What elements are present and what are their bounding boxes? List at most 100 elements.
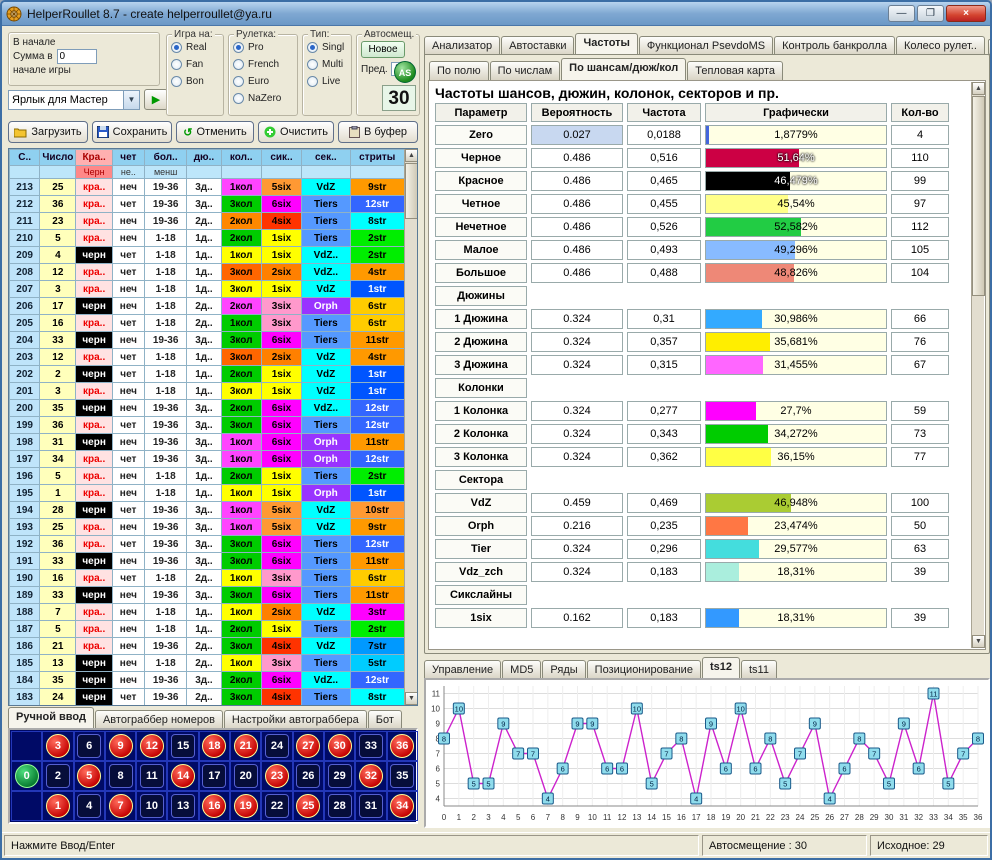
board-cell-26[interactable]: 26 [293, 761, 324, 791]
number-chip-17[interactable]: 17 [202, 764, 226, 788]
chevron-down-icon[interactable]: ▼ [123, 91, 139, 109]
freq-probability[interactable]: 0.216 [531, 516, 623, 536]
radio-dot[interactable] [233, 59, 244, 70]
history-row[interactable]: 18621кра..неч19-362д..3кол4sixVdZ7str [10, 638, 405, 655]
freq-param[interactable]: VdZ [435, 493, 527, 513]
board-cell-21[interactable]: 21 [230, 731, 261, 761]
freq-probability[interactable]: 0.486 [531, 194, 623, 214]
board-cell-9[interactable]: 9 [105, 731, 136, 761]
header-cell[interactable]: чет [112, 150, 144, 166]
master-preset-combo[interactable]: Ярлык для Мастер ▼ [8, 90, 140, 110]
board-cell-6[interactable]: 6 [74, 731, 105, 761]
number-chip-9[interactable]: 9 [109, 734, 133, 758]
number-chip-6[interactable]: 6 [77, 734, 101, 758]
number-chip-18[interactable]: 18 [202, 734, 226, 758]
freq-probability[interactable]: 0.162 [531, 608, 623, 628]
minimize-button[interactable]: — [888, 5, 915, 22]
history-row[interactable]: 1965кра..неч1-181д..2кол1sixTiers2str [10, 468, 405, 485]
header-cell[interactable]: кол.. [221, 150, 261, 166]
tab-freq-1[interactable]: По полю [429, 61, 489, 80]
freq-param[interactable]: Tier [435, 539, 527, 559]
history-row[interactable]: 2105кра..неч1-181д..2кол1sixTiers2str [10, 230, 405, 247]
freq-param[interactable]: 2 Дюжина [435, 332, 527, 352]
board-cell-8[interactable]: 8 [105, 761, 136, 791]
history-row[interactable]: 18513черннеч1-182д..1кол3sixTiers5str [10, 655, 405, 672]
freq-probability[interactable]: 0.324 [531, 424, 623, 444]
board-cell-11[interactable]: 11 [136, 761, 167, 791]
board-cell-zero[interactable]: 0 [11, 761, 42, 791]
board-cell-22[interactable]: 22 [261, 791, 292, 821]
board-cell-2[interactable]: 2 [42, 761, 73, 791]
freq-param[interactable]: Vdz_zch [435, 562, 527, 582]
number-chip-10[interactable]: 10 [140, 794, 164, 818]
copy-buffer-button[interactable]: В буфер [338, 121, 418, 143]
history-row[interactable]: 2013кра..неч1-181д..3кол1sixVdZ1str [10, 383, 405, 400]
header-cell[interactable]: не.. [112, 166, 144, 179]
radio-multi[interactable]: Multi [307, 57, 347, 72]
number-chip-35[interactable]: 35 [390, 764, 414, 788]
as-button[interactable]: AS [394, 61, 416, 83]
board-cell-1[interactable]: 1 [42, 791, 73, 821]
header-cell[interactable] [187, 166, 221, 179]
tab-chart-2[interactable]: MD5 [502, 660, 541, 679]
board-cell-12[interactable]: 12 [136, 731, 167, 761]
header-cell[interactable]: дю.. [187, 150, 221, 166]
freq-probability[interactable]: 0.324 [531, 562, 623, 582]
radio-pro[interactable]: Pro [233, 40, 293, 55]
radio-singl[interactable]: Singl [307, 40, 347, 55]
radio-dot[interactable] [171, 59, 182, 70]
scrollbar-thumb[interactable] [972, 96, 985, 296]
header-cell[interactable]: С.. [10, 150, 40, 166]
history-row[interactable]: 20035черннеч19-363д..2кол6sixVdZ..12str [10, 400, 405, 417]
radio-bon[interactable]: Bon [171, 74, 219, 89]
history-row[interactable]: 20312кра..чет1-181д..3кол2sixVdZ4str [10, 349, 405, 366]
header-cell[interactable]: Черн [76, 166, 112, 179]
board-cell-32[interactable]: 32 [355, 761, 386, 791]
freq-probability[interactable]: 0.324 [531, 401, 623, 421]
header-cell[interactable] [350, 166, 405, 179]
new-shift-button[interactable]: Новое [361, 41, 405, 58]
number-chip-8[interactable]: 8 [109, 764, 133, 788]
freq-param[interactable]: 3 Дюжина [435, 355, 527, 375]
scroll-up-icon[interactable]: ▲ [972, 82, 985, 95]
number-chip-2[interactable]: 2 [46, 764, 70, 788]
board-cell-35[interactable]: 35 [387, 761, 418, 791]
freq-probability[interactable]: 0.486 [531, 217, 623, 237]
scroll-up-icon[interactable]: ▲ [405, 149, 418, 162]
header-cell[interactable]: менш [144, 166, 186, 179]
freq-param[interactable]: 3 Колонка [435, 447, 527, 467]
freq-scrollbar[interactable]: ▲ ▼ [971, 82, 984, 648]
number-chip-28[interactable]: 28 [328, 794, 352, 818]
scroll-down-icon[interactable]: ▼ [405, 692, 418, 705]
radio-fan[interactable]: Fan [171, 57, 219, 72]
number-chip-4[interactable]: 4 [77, 794, 101, 818]
number-chip-3[interactable]: 3 [46, 734, 70, 758]
tab-analysis-3[interactable]: Частоты [575, 33, 637, 55]
freq-probability[interactable]: 0.486 [531, 263, 623, 283]
scroll-down-icon[interactable]: ▼ [972, 635, 985, 648]
header-cell[interactable] [221, 166, 261, 179]
history-row[interactable]: 20617черннеч1-182д..2кол3sixOrph6str [10, 298, 405, 315]
board-cell-17[interactable]: 17 [199, 761, 230, 791]
history-row[interactable]: 20812кра..чет1-181д..3кол2sixVdZ..4str [10, 264, 405, 281]
freq-param[interactable]: Нечетное [435, 217, 527, 237]
board-cell-10[interactable]: 10 [136, 791, 167, 821]
radio-nazero[interactable]: NaZero [233, 91, 293, 106]
number-chip-26[interactable]: 26 [296, 764, 320, 788]
save-button[interactable]: Сохранить [92, 121, 172, 143]
number-chip-21[interactable]: 21 [234, 734, 258, 758]
history-row[interactable]: 1951кра..неч1-181д..1кол1sixOrph1str [10, 485, 405, 502]
history-row[interactable]: 18324чернчет19-362д..3кол4sixTiers8str [10, 689, 405, 706]
tab-freq-3[interactable]: По шансам/дюж/кол [561, 58, 686, 80]
radio-euro[interactable]: Euro [233, 74, 293, 89]
number-chip-34[interactable]: 34 [390, 794, 414, 818]
number-chip-0[interactable]: 0 [15, 764, 39, 788]
header-cell[interactable]: бол.. [144, 150, 186, 166]
freq-param[interactable]: 1six [435, 608, 527, 628]
number-chip-32[interactable]: 32 [359, 764, 383, 788]
tab-analysis-4[interactable]: Функционал PsevdoMS [639, 36, 773, 55]
board-cell-36[interactable]: 36 [387, 731, 418, 761]
header-cell[interactable]: сик.. [261, 150, 301, 166]
board-cell-19[interactable]: 19 [230, 791, 261, 821]
tab-chart-5[interactable]: ts12 [702, 657, 740, 679]
